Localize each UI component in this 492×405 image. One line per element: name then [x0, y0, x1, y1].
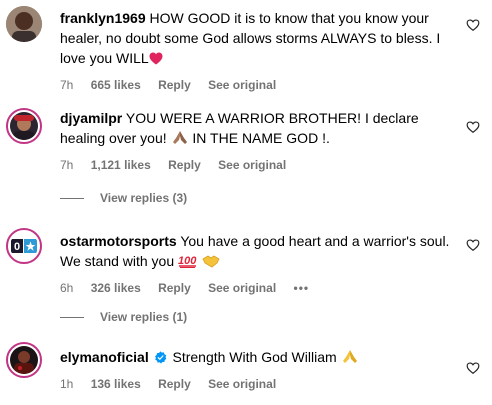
reply-button[interactable]: Reply [168, 158, 201, 172]
see-original-button[interactable]: See original [208, 281, 276, 295]
reply-button[interactable]: Reply [158, 78, 191, 92]
comment-body-b: IN THE NAME GOD !. [192, 130, 330, 146]
avatar-photo [6, 6, 42, 42]
comment-text: franklyn1969 HOW GOOD it is to know that… [60, 8, 460, 70]
avatar[interactable] [6, 6, 42, 42]
praying-hands-emoji [171, 130, 189, 150]
view-replies-label: View replies (1) [100, 310, 188, 324]
comment-time: 7h [60, 78, 74, 92]
comment-text: ostarmotorsports You have a good heart a… [60, 231, 460, 273]
verified-badge-icon [154, 349, 167, 364]
comment-username[interactable]: elymanoficial [60, 349, 149, 365]
see-original-button[interactable]: See original [218, 158, 286, 172]
avatar[interactable] [6, 342, 42, 378]
like-heart-icon[interactable] [466, 361, 480, 375]
comment-username[interactable]: franklyn1969 [60, 10, 146, 26]
see-original-button[interactable]: See original [208, 377, 276, 391]
heart-emoji [149, 50, 163, 70]
replies-divider-line [60, 316, 84, 318]
handshake-emoji [202, 253, 220, 273]
more-options-button[interactable]: ••• [294, 281, 310, 295]
comment-meta: 7h 665 likes Reply See original [60, 77, 460, 93]
praying-hands-emoji [341, 349, 359, 369]
comment-text: elymanoficial Strength With God William [60, 347, 460, 369]
comment-meta: 7h 1,121 likes Reply See original [60, 157, 460, 173]
like-heart-icon[interactable] [466, 120, 480, 134]
reply-button[interactable]: Reply [158, 281, 191, 295]
comment-time: 7h [60, 158, 74, 172]
comment-time: 1h [60, 377, 74, 391]
comment-meta: 1h 136 likes Reply See original [60, 376, 460, 392]
avatar-photo [10, 112, 38, 140]
replies-divider-line [60, 197, 84, 199]
comment-body: Strength With God William [172, 349, 337, 365]
avatar-photo [10, 346, 38, 374]
like-heart-icon[interactable] [466, 238, 480, 252]
avatar[interactable] [6, 108, 42, 144]
likes-count[interactable]: 1,121 likes [91, 158, 151, 172]
svg-text:100: 100 [178, 255, 197, 267]
view-replies-button[interactable]: View replies (1) [60, 310, 187, 324]
view-replies-label: View replies (3) [100, 191, 188, 205]
hundred-points-emoji: 100 [178, 253, 198, 273]
ostar-logo: 0 [11, 239, 37, 253]
reply-button[interactable]: Reply [158, 377, 191, 391]
likes-count[interactable]: 326 likes [91, 281, 141, 295]
comment-username[interactable]: ostarmotorsports [60, 233, 177, 249]
comment-time: 6h [60, 281, 74, 295]
like-heart-icon[interactable] [466, 18, 480, 32]
comment-text: djyamilpr YOU WERE A WARRIOR BROTHER! I … [60, 108, 460, 150]
comment-username[interactable]: djyamilpr [60, 110, 122, 126]
see-original-button[interactable]: See original [208, 78, 276, 92]
comment-meta: 6h 326 likes Reply See original ••• [60, 280, 460, 296]
avatar[interactable]: 0 [6, 228, 42, 264]
likes-count[interactable]: 136 likes [91, 377, 141, 391]
svg-text:0: 0 [14, 241, 20, 253]
view-replies-button[interactable]: View replies (3) [60, 191, 187, 205]
likes-count[interactable]: 665 likes [91, 78, 141, 92]
